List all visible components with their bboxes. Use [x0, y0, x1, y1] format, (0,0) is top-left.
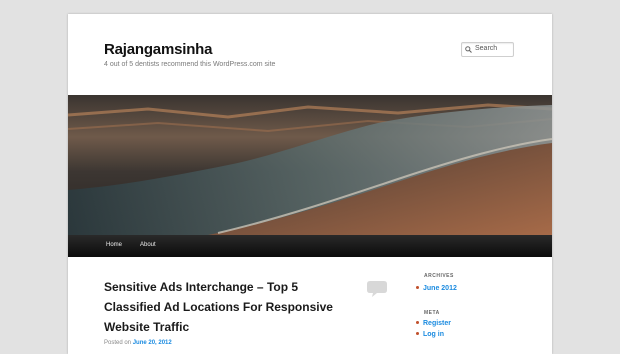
post-title-line: Website Traffic: [104, 320, 190, 334]
site-title[interactable]: Rajangamsinha: [104, 41, 212, 58]
comment-bubble-icon[interactable]: [366, 280, 388, 298]
register-link[interactable]: Register: [416, 320, 451, 327]
archives-widget-title: ARCHIVES: [424, 273, 454, 279]
meta-widget-title: META: [424, 310, 440, 316]
post-title[interactable]: Sensitive Ads Interchange – Top 5 Classi…: [104, 277, 354, 337]
posted-prefix: Posted on: [104, 340, 132, 346]
site-description: 4 out of 5 dentists recommend this WordP…: [104, 61, 276, 68]
search-placeholder: Search: [475, 45, 498, 52]
post-meta: Posted on June 20, 2012: [104, 340, 172, 346]
nav-item-about[interactable]: About: [140, 242, 156, 248]
bullet-icon: [416, 285, 419, 289]
main-navigation: Home About: [68, 235, 552, 257]
archive-link-june-2012[interactable]: June 2012: [416, 285, 457, 292]
search-input[interactable]: Search: [461, 42, 514, 57]
bullet-icon: [416, 320, 419, 324]
register-link-label: Register: [423, 320, 452, 327]
post-date-link[interactable]: June 20, 2012: [133, 340, 172, 346]
search-icon: [465, 46, 472, 53]
post-title-line: Sensitive Ads Interchange – Top 5: [104, 280, 299, 294]
header-image: [68, 95, 552, 235]
post-title-line: Classified Ad Locations For Responsive: [104, 300, 333, 314]
nav-item-home[interactable]: Home: [106, 242, 122, 248]
login-link-label: Log in: [423, 331, 444, 338]
page-container: Rajangamsinha 4 out of 5 dentists recomm…: [68, 14, 552, 354]
archive-link-label: June 2012: [423, 285, 457, 292]
bullet-icon: [416, 331, 419, 335]
login-link[interactable]: Log in: [416, 331, 444, 338]
